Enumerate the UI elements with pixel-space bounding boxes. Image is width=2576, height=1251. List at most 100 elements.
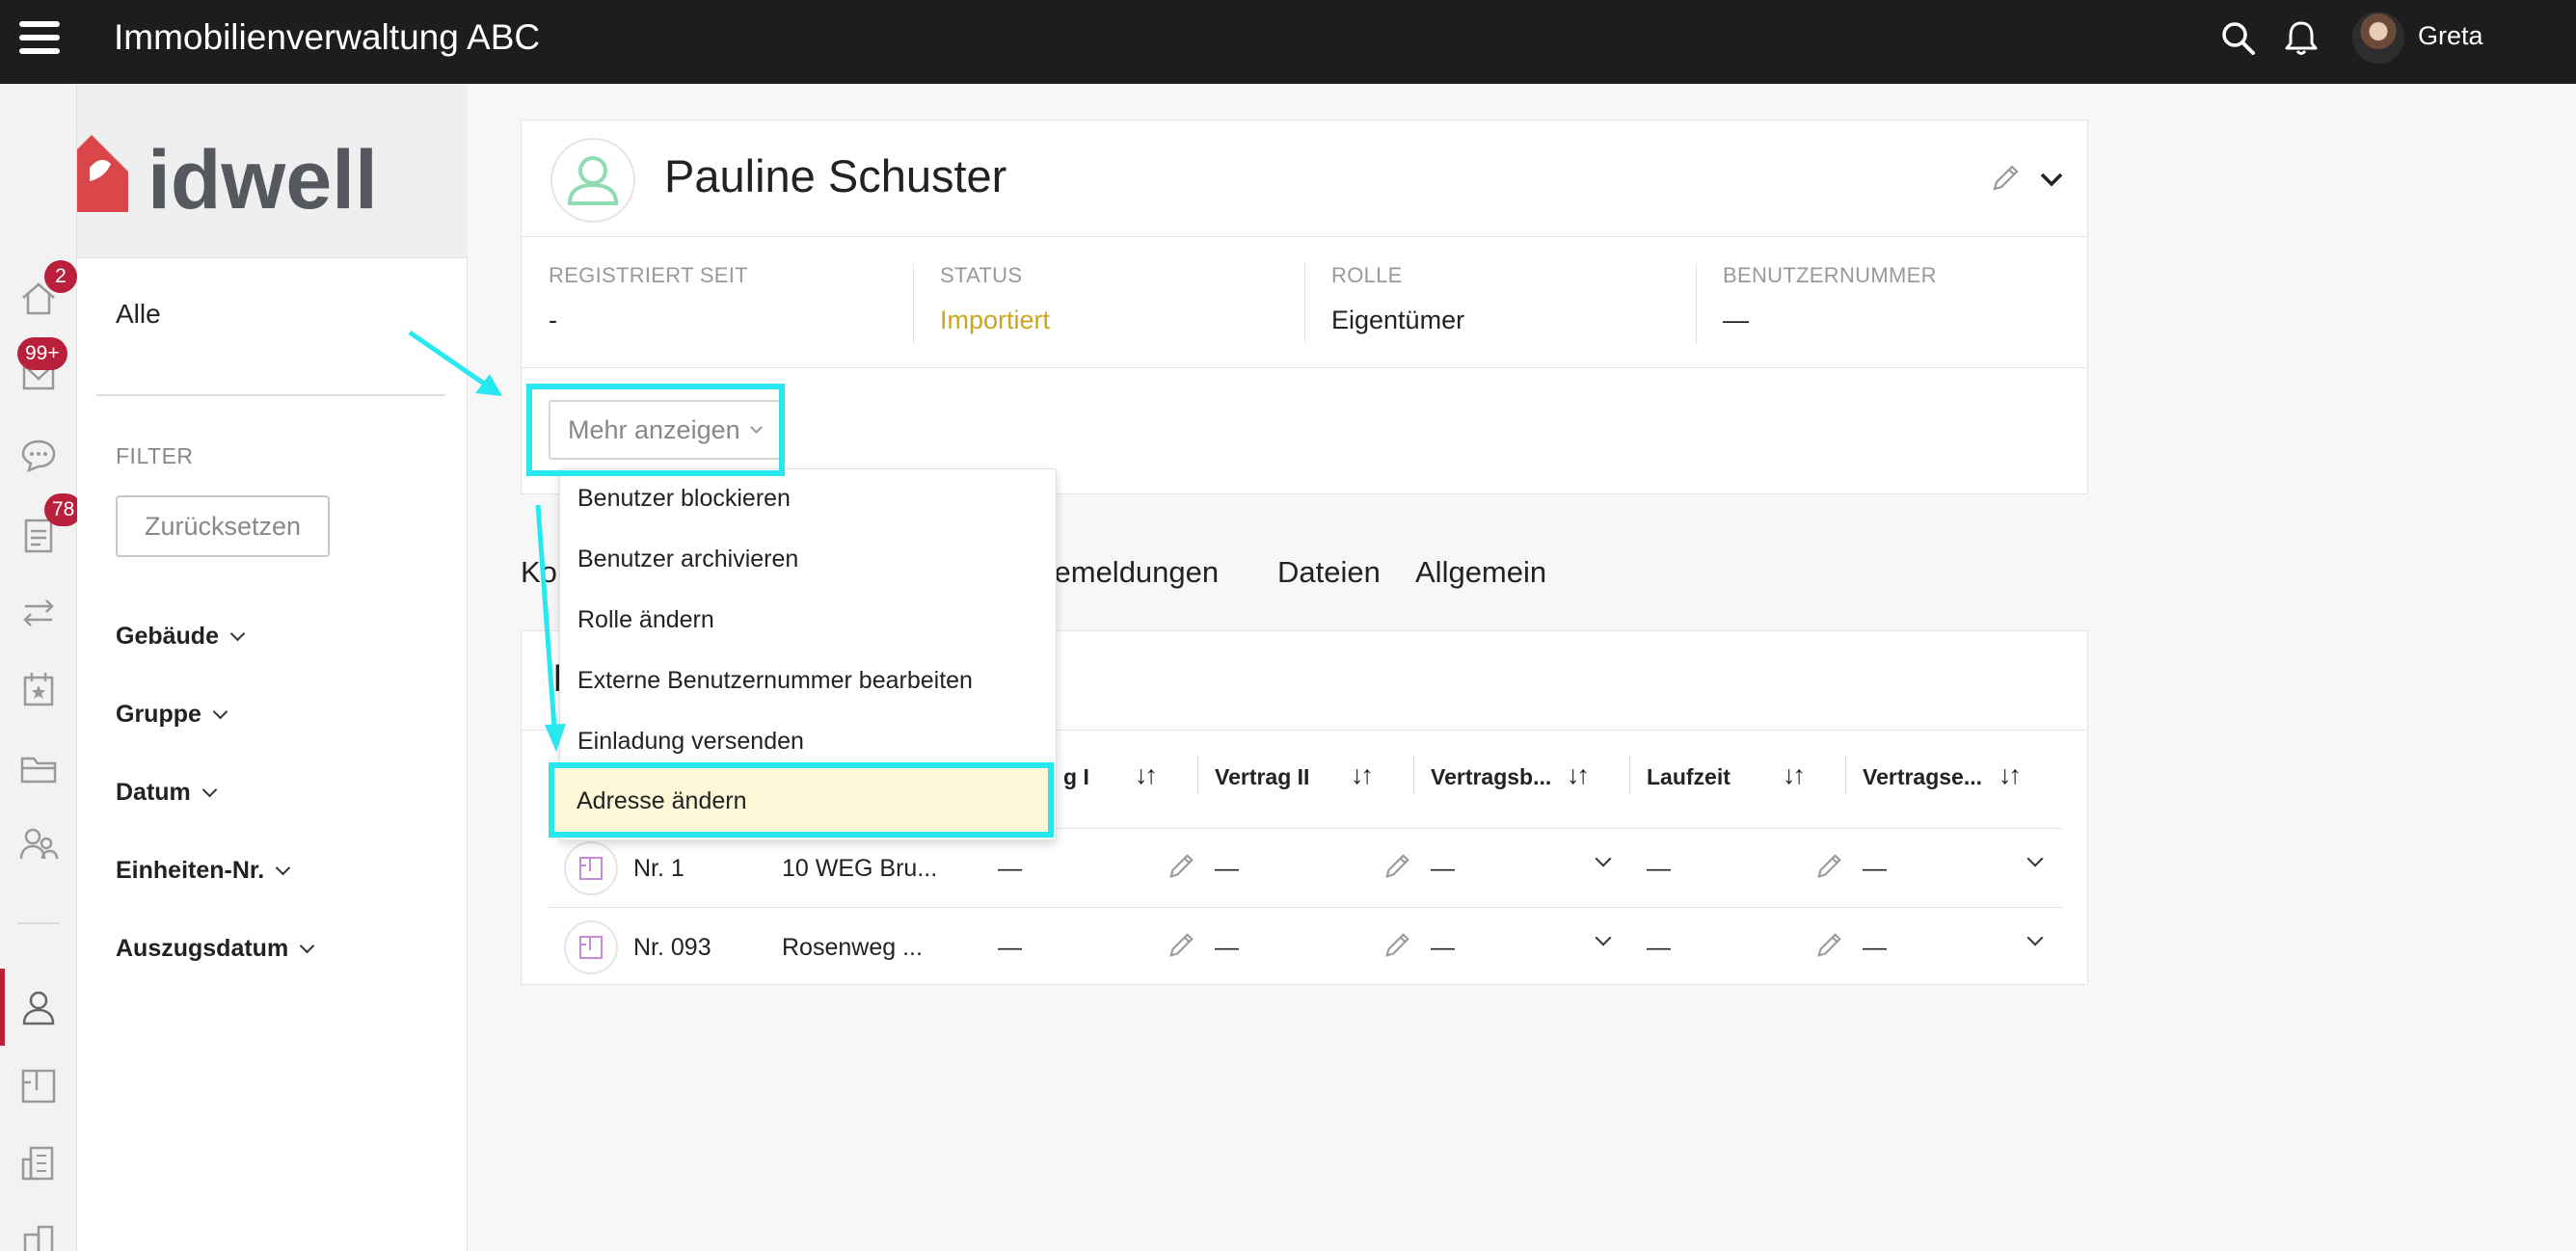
- user-name[interactable]: Greta: [2418, 21, 2483, 51]
- chevron-down-icon[interactable]: [1595, 929, 1612, 946]
- card-separator: [522, 367, 2087, 368]
- table-cell: —: [1647, 855, 1671, 882]
- person-icon[interactable]: [17, 986, 60, 1028]
- table-cell: —: [1431, 934, 1455, 961]
- pencil-icon[interactable]: [1382, 851, 1412, 882]
- chat-icon[interactable]: [17, 434, 60, 476]
- chevron-down-icon[interactable]: [2026, 929, 2044, 946]
- calendar-icon[interactable]: [17, 668, 60, 710]
- sort-icon[interactable]: ↓↑: [1999, 760, 2022, 790]
- pencil-icon[interactable]: [1382, 930, 1412, 961]
- menu-item-edit-external-number[interactable]: Externe Benutzernummer bearbeiten: [577, 667, 973, 695]
- chevron-down-icon[interactable]: [1595, 850, 1612, 867]
- pencil-icon[interactable]: [1813, 851, 1844, 882]
- pencil-icon[interactable]: [1166, 930, 1196, 961]
- facet-gebaeude[interactable]: Gebäude: [116, 623, 246, 651]
- filter-panel: Alle FILTER Zurücksetzen Gebäude Gruppe …: [77, 258, 468, 1251]
- reset-button[interactable]: Zurücksetzen: [116, 495, 330, 557]
- pencil-icon[interactable]: [1989, 162, 2022, 195]
- profile-avatar: [550, 138, 635, 223]
- meta-value: —: [1723, 306, 1749, 334]
- facet-label: Auszugsdatum: [116, 935, 289, 962]
- menu-item-change-role[interactable]: Rolle ändern: [577, 606, 714, 634]
- column-header: Vertragsb...: [1431, 764, 1552, 789]
- menu-item-block-user[interactable]: Benutzer blockieren: [577, 485, 791, 513]
- menu-item-send-invitation[interactable]: Einladung versenden: [577, 728, 804, 756]
- unit-icon: [564, 920, 618, 974]
- building-icon[interactable]: [17, 1142, 60, 1184]
- annotation-box-address: [549, 762, 1054, 838]
- table-cell: —: [998, 934, 1022, 961]
- meta-user-number: BENUTZERNUMMER —: [1723, 263, 1937, 335]
- table-cell: —: [998, 855, 1022, 882]
- unit-address: 10 WEG Bru...: [782, 855, 938, 882]
- facet-label: Datum: [116, 779, 191, 806]
- unit-number[interactable]: Nr. 093: [633, 934, 711, 962]
- tab-files[interactable]: Dateien: [1277, 555, 1381, 590]
- chevron-down-icon: [275, 860, 291, 876]
- icon-rail: 2 99+ 78: [0, 84, 83, 1251]
- menu-icon[interactable]: [19, 21, 60, 60]
- menu-item-archive-user[interactable]: Benutzer archivieren: [577, 546, 798, 573]
- status-value: Importiert: [940, 306, 1051, 334]
- chevron-down-icon: [229, 626, 246, 642]
- chevron-down-icon: [212, 704, 228, 720]
- facet-label: Einheiten-Nr.: [116, 857, 265, 884]
- meta-value: -: [549, 306, 557, 334]
- filter-label: FILTER: [116, 443, 194, 468]
- sort-icon[interactable]: ↓↑: [1135, 760, 1158, 790]
- floorplan-icon: [579, 936, 603, 959]
- buildings-icon[interactable]: [17, 1221, 60, 1251]
- facet-label: Gruppe: [116, 701, 201, 728]
- meta-separator: [913, 263, 914, 344]
- meta-label: ROLLE: [1331, 263, 1403, 287]
- meta-role: ROLLE Eigentümer: [1331, 263, 1464, 335]
- column-separator: [1845, 755, 1846, 795]
- tab-service-reports[interactable]: cemeldungen: [1039, 555, 1219, 590]
- users-icon[interactable]: [17, 822, 60, 865]
- facet-gruppe[interactable]: Gruppe: [116, 701, 228, 729]
- search-icon[interactable]: [2217, 17, 2260, 60]
- pencil-icon[interactable]: [1813, 930, 1844, 961]
- facet-einheiten-nr[interactable]: Einheiten-Nr.: [116, 857, 291, 885]
- table-cell: —: [1863, 855, 1887, 882]
- sort-icon[interactable]: ↓↑: [1351, 760, 1374, 790]
- meta-registered: REGISTRIERT SEIT -: [549, 263, 748, 335]
- annotation-box-more: [526, 384, 785, 476]
- avatar[interactable]: [2352, 12, 2404, 64]
- filter-divider: [96, 394, 445, 396]
- column-separator: [1197, 755, 1198, 795]
- column-separator: [1413, 755, 1414, 795]
- table-cell: —: [1431, 855, 1455, 882]
- facet-label: Gebäude: [116, 623, 219, 650]
- meta-separator: [1304, 263, 1305, 344]
- meta-label: REGISTRIERT SEIT: [549, 263, 748, 287]
- transfer-icon[interactable]: [17, 591, 60, 633]
- facet-auszugsdatum[interactable]: Auszugsdatum: [116, 935, 315, 963]
- floorplan-icon[interactable]: [17, 1065, 60, 1107]
- table-cell: —: [1647, 934, 1671, 961]
- pencil-icon[interactable]: [1166, 851, 1196, 882]
- bell-icon[interactable]: [2280, 17, 2322, 60]
- home-badge: 2: [44, 260, 77, 293]
- column-header: g I: [1063, 764, 1089, 789]
- sort-icon[interactable]: ↓↑: [1783, 760, 1806, 790]
- chevron-down-icon[interactable]: [2037, 165, 2066, 194]
- folder-icon[interactable]: [17, 747, 60, 789]
- chevron-down-icon[interactable]: [2026, 850, 2044, 867]
- facet-datum[interactable]: Datum: [116, 779, 218, 807]
- column-header: Vertragse...: [1863, 764, 1983, 789]
- column-header: Laufzeit: [1647, 764, 1731, 789]
- rail-separator: [17, 922, 60, 924]
- top-bar: Immobilienverwaltung ABC Greta: [0, 0, 2576, 84]
- sort-icon[interactable]: ↓↑: [1567, 760, 1590, 790]
- tab-general[interactable]: Allgemein: [1415, 555, 1546, 590]
- filter-all[interactable]: Alle: [116, 299, 161, 330]
- table-cell: —: [1215, 934, 1239, 961]
- meta-label: BENUTZERNUMMER: [1723, 263, 1937, 287]
- profile-name: Pauline Schuster: [664, 150, 1007, 201]
- unit-number[interactable]: Nr. 1: [633, 855, 684, 883]
- tab-partial-first[interactable]: Ko: [521, 555, 557, 590]
- person-icon: [567, 156, 619, 205]
- unit-icon: [564, 841, 618, 895]
